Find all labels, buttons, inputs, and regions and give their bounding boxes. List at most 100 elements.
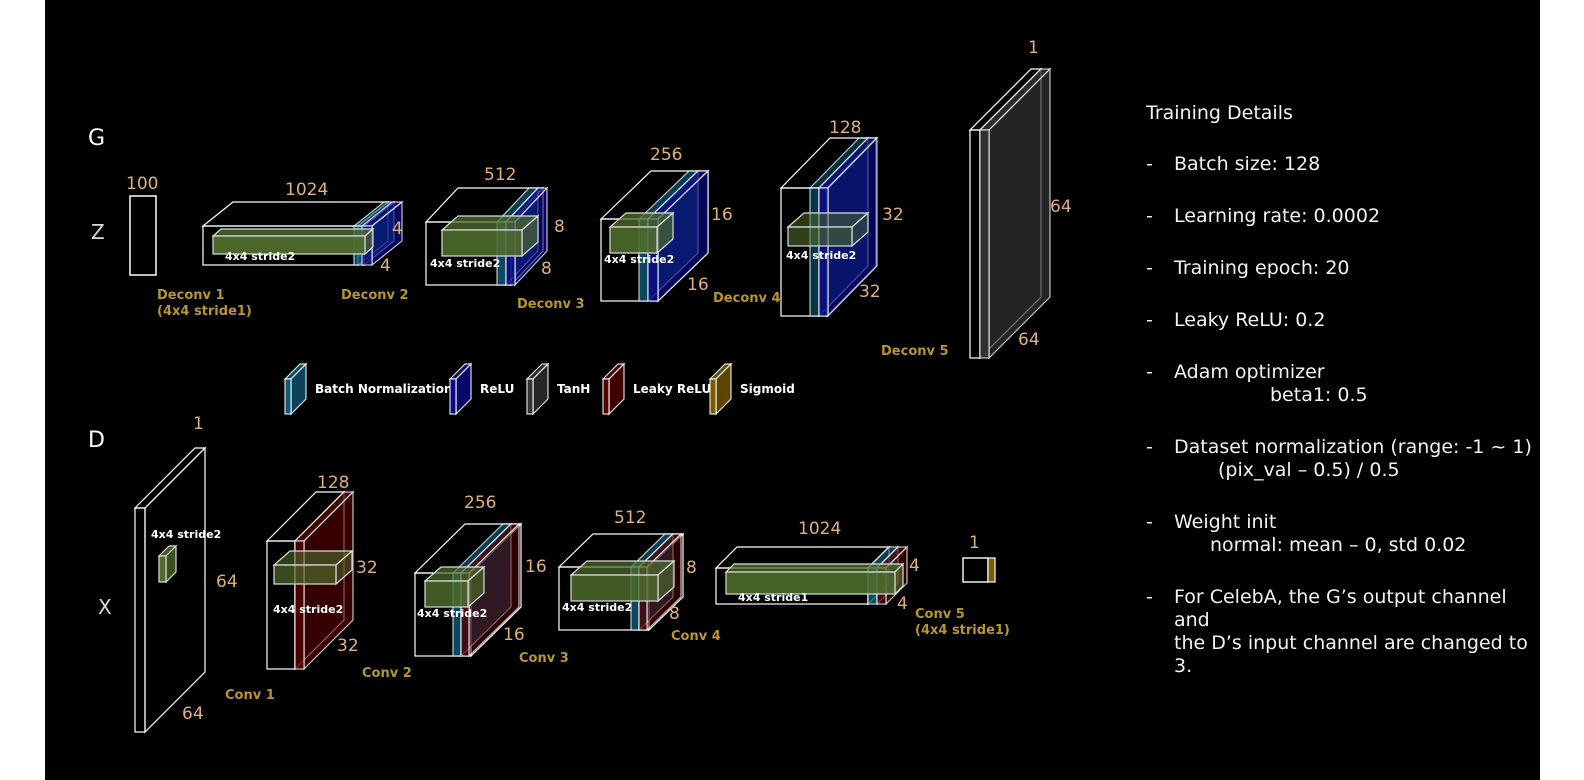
- training-item: - For CelebA, the G’s output channel and t…: [1146, 586, 1540, 678]
- deconv5-label: Deconv 5: [881, 344, 949, 359]
- bullet-dash: -: [1146, 309, 1153, 331]
- deconv5-height-label: 32: [882, 205, 904, 225]
- training-item-text: Leaky ReLU: 0.2: [1174, 309, 1326, 331]
- conv2-height-label: 32: [356, 558, 378, 578]
- conv5-kernel-label: 4x4 stride1: [738, 591, 808, 604]
- training-item: - Leaky ReLU: 0.2: [1146, 309, 1540, 332]
- conv2-kernel: [272, 549, 354, 586]
- deconv1-label: Deconv 1: [157, 288, 225, 303]
- legend-item: Leaky ReLU: [601, 362, 711, 416]
- z-dim-label: 100: [126, 174, 158, 194]
- discriminator-title: D: [88, 428, 105, 453]
- training-item: - Batch size: 128: [1146, 153, 1540, 176]
- conv5-width-label: 4: [897, 594, 908, 614]
- legend-item: TanH: [525, 362, 590, 416]
- conv5-kernel: [724, 562, 905, 596]
- deconv1-sub-label: (4x4 stride1): [157, 304, 252, 319]
- generator-title: G: [88, 126, 105, 151]
- conv4-channels-label: 512: [614, 508, 646, 528]
- training-item: - Learning rate: 0.0002: [1146, 205, 1540, 228]
- deconv5-width-label: 32: [859, 282, 881, 302]
- deconv4-height-label: 16: [711, 205, 733, 225]
- conv1-height-label: 64: [216, 572, 238, 592]
- conv3-channels-label: 256: [464, 493, 496, 513]
- training-item-text: Batch size: 128: [1174, 153, 1321, 175]
- deconv5-kernel: [786, 211, 870, 248]
- training-item-text: Learning rate: 0.0002: [1174, 205, 1381, 227]
- training-item-text: Training epoch: 20: [1174, 257, 1350, 279]
- deconv2-height-label: 4: [392, 219, 403, 239]
- bullet-dash: -: [1146, 511, 1153, 533]
- legend-item: Batch Normalization: [283, 362, 453, 416]
- conv4-kernel: [569, 559, 676, 603]
- discriminator-output-channels-label: 1: [969, 533, 980, 553]
- legend-swatch-leaky-relu: [601, 362, 626, 416]
- deconv4-channels-label: 256: [650, 145, 682, 165]
- deconv5-channels-label: 128: [829, 118, 861, 138]
- conv5-height-label: 4: [909, 556, 920, 576]
- deconv4-label: Deconv 4: [713, 291, 781, 306]
- training-items: - Batch size: 128- Learning rate: 0.0002- T…: [1146, 153, 1540, 678]
- training-item-subtext: the D’s input channel are changed to 3.: [1174, 632, 1528, 677]
- training-item: - Training epoch: 20: [1146, 257, 1540, 280]
- bullet-dash: -: [1146, 586, 1153, 608]
- legend-swatch-relu: [448, 362, 473, 416]
- conv2-label: Conv 2: [362, 666, 412, 681]
- deconv3-width-label: 8: [541, 259, 552, 279]
- deconv4-kernel-label: 4x4 stride2: [604, 253, 674, 266]
- conv3-label: Conv 3: [519, 651, 569, 666]
- bullet-dash: -: [1146, 361, 1153, 383]
- conv3-width-label: 16: [503, 625, 525, 645]
- conv5-channels-label: 1024: [798, 519, 841, 539]
- legend-item: ReLU: [448, 362, 514, 416]
- deconv2-width-label: 4: [380, 256, 391, 276]
- training-item-text: For CelebA, the G’s output channel and: [1174, 586, 1507, 631]
- discriminator-output-sigmoid: [987, 557, 996, 583]
- conv1-kernel-label: 4x4 stride2: [151, 528, 221, 541]
- training-item-subtext: beta1: 0.5: [1270, 384, 1368, 406]
- deconv3-height-label: 8: [554, 217, 565, 237]
- generator-blocks: 1024 44 4x4 stride2 Deconv 2 512 8 8 4x4 stride…: [201, 38, 1072, 360]
- deconv4-kernel: [608, 211, 675, 255]
- deconv2-label: Deconv 2: [341, 288, 409, 303]
- conv3-kernel: [423, 565, 486, 609]
- conv4-width-label: 8: [669, 604, 680, 624]
- deconv3-kernel-label: 4x4 stride2: [430, 257, 500, 270]
- training-item-text: Dataset normalization (range: -1 ~ 1): [1174, 436, 1532, 458]
- legend-swatch-batch-norm: [283, 362, 308, 416]
- generator-output-width-label: 64: [1018, 330, 1040, 350]
- deconv2-kernel-label: 4x4 stride2: [225, 250, 295, 263]
- legend-label: Leaky ReLU: [633, 382, 711, 396]
- deconv3-channels-label: 512: [484, 165, 516, 185]
- conv4-label: Conv 4: [671, 629, 721, 644]
- conv5-label: Conv 5: [915, 607, 965, 622]
- training-details: Training Details - Batch size: 128- Learni…: [1146, 102, 1540, 707]
- conv1-kernel: [157, 544, 178, 584]
- legend-swatch-tanh: [525, 362, 550, 416]
- bullet-dash: -: [1146, 257, 1153, 279]
- legend: Batch Normalization ReLU TanH Leaky ReLU Sig…: [283, 362, 795, 416]
- conv2-width-label: 32: [337, 636, 359, 656]
- legend-label: Batch Normalization: [315, 382, 453, 396]
- conv1-width-label: 64: [182, 704, 204, 724]
- training-title: Training Details: [1146, 102, 1293, 124]
- z-vector-box: [129, 195, 157, 276]
- legend-label: TanH: [557, 382, 590, 396]
- generator-output-channels-label: 1: [1028, 38, 1039, 58]
- training-item: - Dataset normalization (range: -1 ~ 1) (p…: [1146, 436, 1540, 482]
- discriminator-input-label: X: [98, 595, 112, 619]
- training-item: - Adam optimizer beta1: 0.5: [1146, 361, 1540, 407]
- conv4-height-label: 8: [686, 558, 697, 578]
- training-item-text: Adam optimizer: [1174, 361, 1325, 383]
- legend-label: Sigmoid: [740, 382, 795, 396]
- deconv5-kernel-label: 4x4 stride2: [786, 249, 856, 262]
- conv2-channels-label: 128: [317, 473, 349, 493]
- discriminator-output-box: [962, 557, 989, 583]
- conv1-label: Conv 1: [225, 688, 275, 703]
- deconv3-label: Deconv 3: [517, 297, 585, 312]
- conv3-height-label: 16: [525, 557, 547, 577]
- deconv3-kernel: [440, 214, 540, 258]
- discriminator-blocks: 164644x4 stride2Conv 112832324x4 stride2…: [133, 414, 1010, 734]
- legend-item: Sigmoid: [708, 362, 795, 416]
- generator-output-tanh-slab: [978, 67, 1052, 360]
